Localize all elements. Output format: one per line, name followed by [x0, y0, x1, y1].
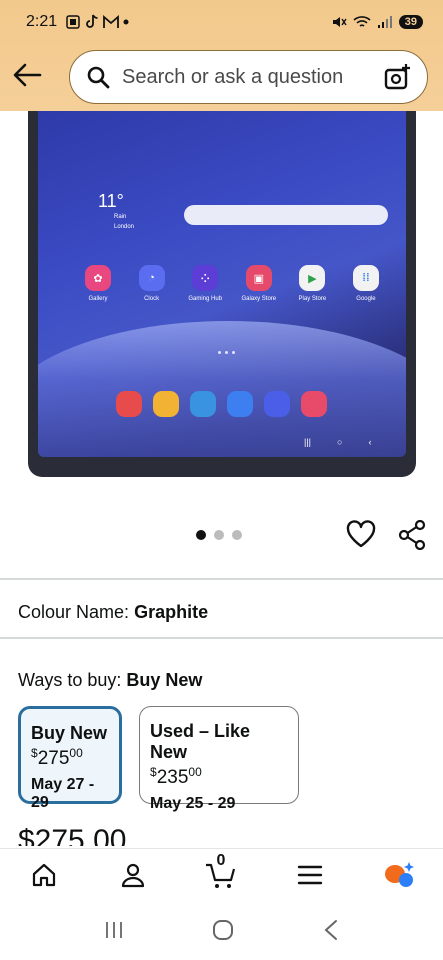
tablet-nav-bar: ||| ○ ‹ [304, 437, 371, 447]
nav-rufus[interactable] [379, 855, 419, 895]
tablet-recents-icon: ||| [304, 437, 312, 447]
search-placeholder: Search or ask a question [122, 65, 344, 88]
menu-icon [297, 865, 323, 884]
image-carousel-dots[interactable] [196, 530, 242, 540]
weather-widget: 11° Rain London [98, 191, 134, 232]
status-time: 2:21 [26, 13, 58, 30]
carousel-dot-active[interactable] [196, 530, 206, 540]
clock-icon: ◔ [138, 265, 165, 291]
nav-home[interactable] [24, 855, 64, 895]
gmail-icon [103, 15, 120, 28]
colour-label: Colour Name: [18, 602, 130, 622]
option-title: Buy New [31, 723, 108, 743]
option-price: $27500 [31, 746, 83, 769]
recents-icon[interactable] [103, 920, 125, 940]
tablet-screen: 11° Rain London ✿ Gallery ◔ Clock ⁘ Gaming … [38, 111, 406, 457]
back-button-icon[interactable] [322, 919, 340, 941]
nav-account[interactable] [113, 855, 153, 895]
weather-temp: 11° [98, 191, 124, 211]
search-icon [87, 66, 110, 89]
app-row: ✿ Gallery ◔ Clock ⁘ Gaming Hub ▣ Galaxy Stor… [72, 265, 392, 302]
wishlist-heart-icon[interactable] [346, 520, 376, 548]
section-divider [0, 637, 443, 639]
mute-icon [332, 17, 347, 27]
home-page-dots [218, 351, 235, 354]
nav-cart[interactable]: 0 [201, 851, 241, 895]
price-peek: $275.00 [18, 824, 127, 846]
app-clock: ◔ Clock [126, 265, 178, 302]
option-price: $23500 [150, 765, 202, 788]
dock-app-icon [301, 391, 327, 417]
battery-indicator: 39 [398, 15, 423, 29]
share-icon[interactable] [398, 520, 426, 550]
play-store-icon: ▶ [299, 265, 326, 291]
buy-new-option[interactable]: Buy New $27500 May 27 - 29 [18, 706, 122, 811]
ways-value: Buy New [126, 670, 203, 690]
option-title: Used – Like New [150, 721, 251, 762]
dock-app-icon [116, 391, 142, 417]
app-gaming-hub: ⁘ Gaming Hub [179, 265, 231, 302]
weather-city: London [114, 224, 135, 230]
home-button-icon[interactable] [211, 918, 235, 942]
person-icon [121, 863, 144, 887]
ways-label: Ways to buy: [18, 670, 122, 690]
google-folder-icon: ⁞⁞ [352, 265, 379, 291]
app-galaxy-store: ▣ Galaxy Store [233, 265, 285, 302]
home-icon [33, 863, 56, 886]
app-google: ⁞⁞ Google [340, 265, 392, 302]
system-nav-bar [0, 900, 443, 960]
camera-search-icon[interactable] [383, 63, 411, 91]
dock-app-icon [153, 391, 179, 417]
gallery-icon: ✿ [85, 265, 111, 291]
weather-condition: Rain [114, 214, 127, 220]
signal-icon [377, 16, 392, 28]
gaming-hub-icon: ⁘ [192, 265, 219, 291]
carousel-dot[interactable] [214, 530, 224, 540]
ways-to-buy-row: Ways to buy: Buy New [18, 670, 202, 691]
used-like-new-option[interactable]: Used – Like New $23500 May 25 - 29 [139, 706, 299, 812]
bottom-nav: 0 [0, 848, 443, 900]
tablet-frame: 11° Rain London ✿ Gallery ◔ Clock ⁘ Gaming … [28, 111, 416, 477]
app-play-store: ▶ Play Store [286, 265, 338, 302]
option-delivery-date: May 25 - 29 [150, 795, 236, 812]
tablet-home-icon: ○ [337, 437, 343, 447]
search-input[interactable]: Search or ask a question [69, 50, 428, 104]
tiktok-icon [86, 14, 98, 28]
section-divider [0, 578, 443, 580]
wifi-icon [353, 16, 371, 27]
colour-name-row: Colour Name: Graphite [18, 602, 208, 623]
carousel-dot[interactable] [232, 530, 242, 540]
dock-app-icon [227, 391, 253, 417]
google-search-bar [184, 205, 388, 225]
back-arrow-icon[interactable] [12, 62, 42, 88]
tablet-back-icon: ‹ [368, 437, 372, 447]
status-bar: 2:21 39 [0, 0, 443, 44]
screenshot-icon [66, 15, 80, 29]
galaxy-store-icon: ▣ [245, 265, 272, 291]
notification-icons [65, 14, 129, 30]
cart-count: 0 [216, 851, 226, 869]
product-image[interactable]: 11° Rain London ✿ Gallery ◔ Clock ⁘ Gaming … [28, 111, 416, 477]
app-dock [116, 391, 327, 417]
rufus-assistant-icon [384, 861, 414, 887]
nav-menu[interactable] [290, 855, 330, 895]
dock-app-icon [190, 391, 216, 417]
dock-app-icon [264, 391, 290, 417]
app-header: 2:21 39 Search or ask a question [0, 0, 443, 111]
option-delivery-date: May 27 - 29 [31, 776, 95, 811]
colour-value: Graphite [134, 602, 209, 622]
dot-icon [123, 19, 129, 25]
app-gallery: ✿ Gallery [72, 265, 124, 302]
